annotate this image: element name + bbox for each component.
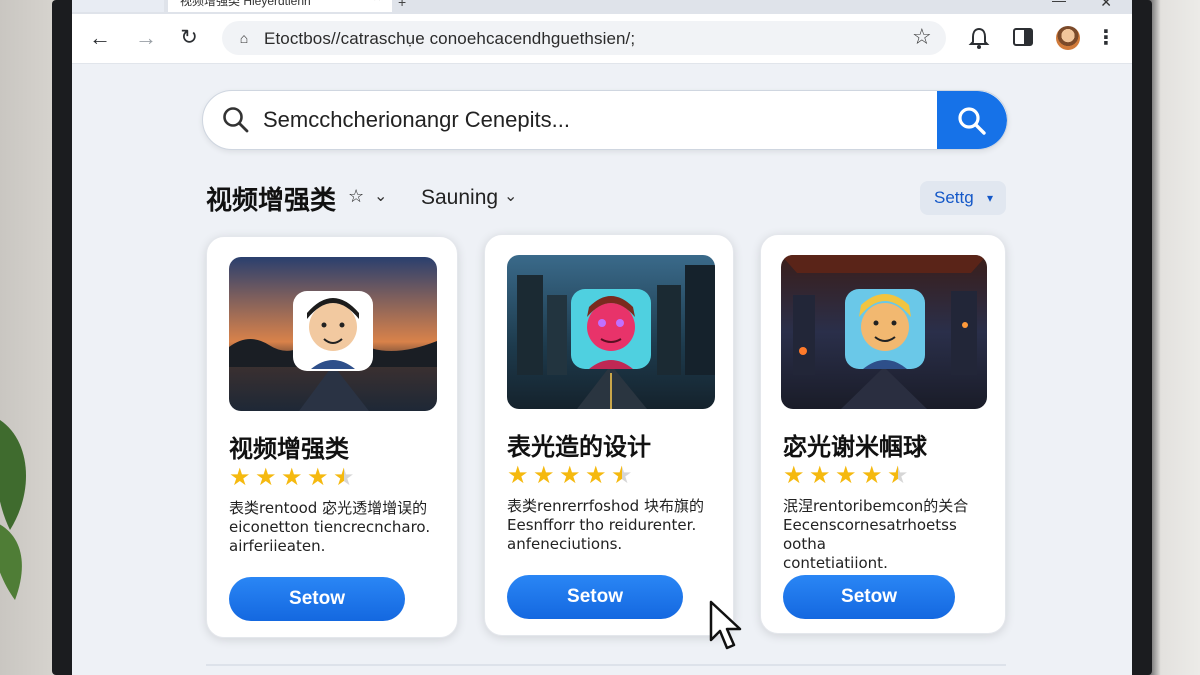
desc-line: contetiatiiont.: [783, 554, 888, 572]
star-filled-icon: ★: [809, 462, 831, 489]
search-input[interactable]: [263, 105, 923, 135]
star-outline-icon[interactable]: ☆: [348, 186, 364, 207]
settings-dropdown[interactable]: Settg ▾: [920, 181, 1006, 215]
search-button[interactable]: [937, 91, 1007, 149]
star-filled-icon: ★: [229, 464, 251, 491]
chevron-down-icon: ▾: [986, 191, 993, 205]
desc-line: Eesnfforr tho reidurenter.: [507, 516, 697, 534]
star-rating: ★ ★ ★ ★ ★: [783, 463, 923, 489]
star-half-icon: ★: [611, 462, 633, 489]
category-filter[interactable]: 视频增强类: [206, 180, 336, 217]
profile-avatar[interactable]: [1056, 26, 1080, 50]
desc-line: Eecenscornesatrhoetss ootha: [783, 516, 957, 553]
tab-label: 视频增强类 Hleyerdtienh: [180, 0, 311, 8]
app-card[interactable]: 宓光谢米帼球 ★ ★ ★ ★ ★ 泯涅rentoribemcon的关合 Eecensco…: [760, 234, 1006, 634]
app-description: 泯涅rentoribemcon的关合 Eecenscornesatrhoetss…: [783, 497, 997, 573]
browser-toolbar: ← → ↻ ⌂ Etoctbos//catraschụe conoehcacen…: [72, 14, 1132, 64]
setup-button[interactable]: Setow: [507, 575, 683, 619]
more-menu-icon[interactable]: ⋮: [1096, 26, 1116, 50]
tab-active[interactable]: 视频增强类 Hleyerdtienh ✕: [168, 0, 392, 12]
star-filled-icon: ★: [559, 462, 581, 489]
star-filled-icon: ★: [507, 462, 529, 489]
settings-label: Settg: [934, 188, 974, 207]
star-filled-icon: ★: [783, 462, 805, 489]
filter-bar: 视频增强类 ☆ ⌄ Sauning ⌄ Settg ▾: [206, 178, 1006, 218]
app-description: 表类renrerrfoshod 块布旗的 Eesnfforr tho reidu…: [507, 497, 721, 554]
forward-arrow-icon[interactable]: →: [132, 24, 160, 52]
side-panel-icon[interactable]: [1012, 26, 1034, 54]
chevron-down-icon[interactable]: ⌄: [374, 186, 387, 206]
back-arrow-icon[interactable]: ←: [86, 24, 114, 52]
desc-line: 表类renrerrfoshod 块布旗的: [507, 497, 704, 515]
star-filled-icon: ★: [281, 464, 303, 491]
site-info-icon[interactable]: ⌂: [234, 28, 254, 48]
browser-screen: 视频增强类 Hleyerdtienh ✕ + — ✕ ← → ↻ ⌂ Etoct…: [72, 0, 1132, 675]
app-description: 表类rentood 宓光透增增误的 eiconetton tiencrecnch…: [229, 499, 443, 556]
star-filled-icon: ★: [835, 462, 857, 489]
tab-previous[interactable]: [72, 0, 164, 12]
star-half-icon: ★: [333, 464, 355, 491]
address-url[interactable]: Etoctbos//catraschụe conoehcacendhgueths…: [264, 29, 635, 49]
app-thumbnail: [507, 255, 715, 409]
sort-dropdown[interactable]: Sauning: [421, 186, 498, 210]
star-rating: ★ ★ ★ ★ ★: [229, 465, 369, 491]
search-bar: [202, 90, 1008, 150]
address-bar[interactable]: ⌂ Etoctbos//catraschụe conoehcacendhguet…: [222, 21, 946, 55]
desc-line: anfeneciutions.: [507, 535, 623, 553]
star-filled-icon: ★: [861, 462, 883, 489]
background-wall-right: [1144, 0, 1200, 675]
star-filled-icon: ★: [585, 462, 607, 489]
new-tab-icon[interactable]: +: [398, 0, 406, 10]
reload-icon[interactable]: ↻: [175, 24, 203, 52]
tab-strip: 视频增强类 Hleyerdtienh ✕ + — ✕: [72, 0, 1132, 14]
setup-button[interactable]: Setow: [783, 575, 955, 619]
star-half-icon: ★: [887, 462, 909, 489]
mouse-cursor-icon: [709, 600, 742, 650]
star-filled-icon: ★: [307, 464, 329, 491]
search-icon: [223, 107, 249, 133]
desc-line: eiconetton tiencrecncharo.: [229, 518, 431, 536]
chevron-down-icon[interactable]: ⌄: [504, 186, 517, 206]
app-title: 表光造的设计: [507, 433, 651, 461]
app-card[interactable]: 视频增强类 ★ ★ ★ ★ ★ 表类rentood 宓光透增增误的 eiconetton…: [206, 236, 458, 638]
app-thumbnail: [229, 257, 437, 411]
app-thumbnail: [781, 255, 987, 409]
minimize-icon[interactable]: —: [1052, 0, 1066, 8]
app-title: 视频增强类: [229, 435, 349, 463]
app-card[interactable]: 表光造的设计 ★ ★ ★ ★ ★ 表类renrerrfoshod 块布旗的 Eesnff…: [484, 234, 734, 636]
star-filled-icon: ★: [533, 462, 555, 489]
close-window-icon[interactable]: ✕: [1100, 0, 1112, 11]
star-rating: ★ ★ ★ ★ ★: [507, 463, 647, 489]
star-filled-icon: ★: [255, 464, 277, 491]
desc-line: airferiieaten.: [229, 537, 326, 555]
desc-line: 表类rentood 宓光透增增误的: [229, 499, 428, 517]
divider: [206, 664, 1006, 666]
bell-icon[interactable]: [968, 26, 990, 56]
plant-decoration: [0, 420, 26, 600]
app-title: 宓光谢米帼球: [783, 433, 927, 461]
search-icon: [958, 107, 986, 135]
bookmark-star-icon[interactable]: ☆: [912, 26, 932, 48]
setup-button[interactable]: Setow: [229, 577, 405, 621]
close-tab-icon[interactable]: ✕: [373, 0, 382, 4]
desc-line: 泯涅rentoribemcon的关合: [783, 497, 969, 515]
